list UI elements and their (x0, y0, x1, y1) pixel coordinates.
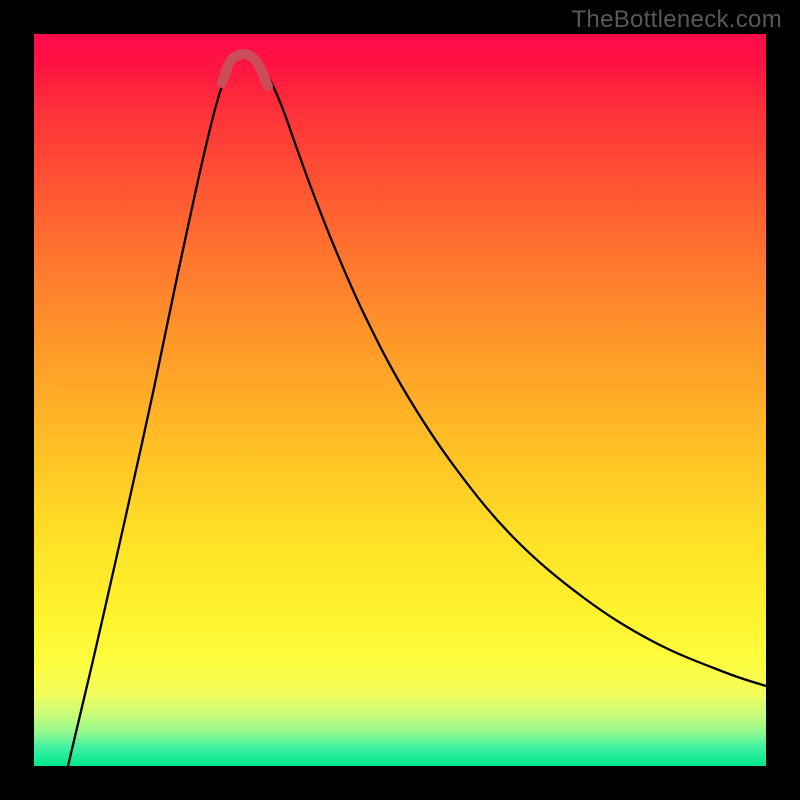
chart-area (34, 34, 766, 766)
chart-svg (34, 34, 766, 766)
watermark-text: TheBottleneck.com (571, 6, 782, 34)
min-band-marker (222, 54, 268, 86)
bottleneck-curve (68, 57, 766, 766)
